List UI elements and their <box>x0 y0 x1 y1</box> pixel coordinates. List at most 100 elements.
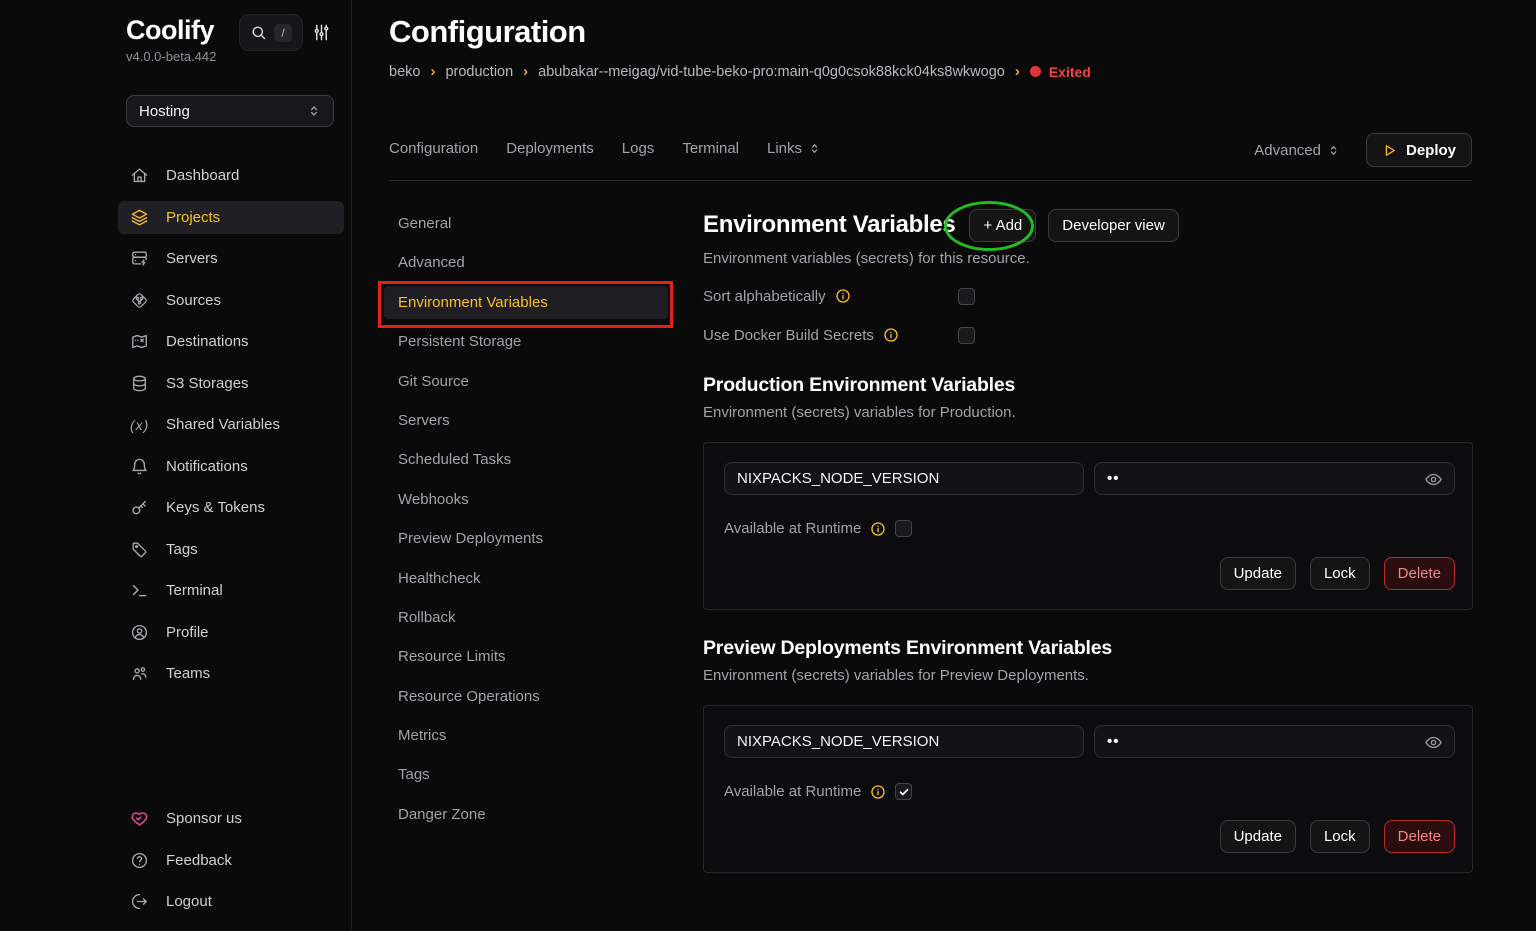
tab-configuration[interactable]: Configuration <box>389 140 478 157</box>
lock-button[interactable]: Lock <box>1310 557 1370 590</box>
subnav-environment-variables[interactable]: Environment Variables <box>384 286 668 319</box>
team-select[interactable]: Hosting <box>126 95 334 127</box>
sidebar-item-label: Feedback <box>166 852 232 869</box>
variable-name-input[interactable]: NIXPACKS_NODE_VERSION <box>724 462 1084 495</box>
subnav-persistent-storage[interactable]: Persistent Storage <box>384 325 668 358</box>
docker-build-secrets-label: Use Docker Build Secrets <box>703 327 874 344</box>
delete-button[interactable]: Delete <box>1384 557 1455 590</box>
breadcrumb-resource[interactable]: abubakar--meigag/vid-tube-beko-pro:main-… <box>538 64 1005 80</box>
sidebar-item-notifications[interactable]: Notifications <box>118 450 344 483</box>
sidebar-item-label: Sponsor us <box>166 810 242 827</box>
sidebar-item-tags[interactable]: Tags <box>118 533 344 566</box>
tab-terminal[interactable]: Terminal <box>682 140 739 157</box>
subnav-tags[interactable]: Tags <box>384 758 668 791</box>
eye-icon[interactable] <box>1424 733 1443 752</box>
sidebar-item-servers[interactable]: Servers <box>118 242 344 275</box>
info-icon[interactable] <box>870 784 886 800</box>
breadcrumb-environment[interactable]: production <box>445 64 513 80</box>
bell-icon <box>130 457 149 476</box>
sort-alphabetically-checkbox[interactable] <box>958 288 975 305</box>
sidebar-item-keys-tokens[interactable]: Keys & Tokens <box>118 491 344 524</box>
variable-name-input[interactable]: NIXPACKS_NODE_VERSION <box>724 725 1084 758</box>
subnav-git-source[interactable]: Git Source <box>384 365 668 398</box>
available-at-runtime-checkbox[interactable] <box>895 520 912 537</box>
subnav-advanced[interactable]: Advanced <box>384 246 668 279</box>
preview-variable-card: NIXPACKS_NODE_VERSION •• Available at Ru… <box>703 705 1473 873</box>
chevron-updown-icon <box>808 142 821 155</box>
tab-logs[interactable]: Logs <box>622 140 655 157</box>
available-at-runtime-checkbox[interactable] <box>895 783 912 800</box>
sidebar-item-profile[interactable]: Profile <box>118 616 344 649</box>
environment-variables-panel: Environment Variables + Add Developer vi… <box>703 207 1473 873</box>
sidebar-item-label: Projects <box>166 209 220 226</box>
tab-links-label: Links <box>767 140 802 157</box>
sidebar-item-teams[interactable]: Teams <box>118 657 344 690</box>
sort-alphabetically-label: Sort alphabetically <box>703 288 826 305</box>
team-select-value: Hosting <box>139 103 190 120</box>
sidebar-item-shared-variables[interactable]: (x) Shared Variables <box>118 408 344 441</box>
app-version: v4.0.0-beta.442 <box>126 49 216 64</box>
info-icon[interactable] <box>870 521 886 537</box>
deploy-label: Deploy <box>1406 142 1456 159</box>
tab-deployments[interactable]: Deployments <box>506 140 594 157</box>
sidebar-item-label: Sources <box>166 292 221 309</box>
subnav-scheduled-tasks[interactable]: Scheduled Tasks <box>384 443 668 476</box>
subnav-preview-deployments[interactable]: Preview Deployments <box>384 522 668 555</box>
subnav-resource-operations[interactable]: Resource Operations <box>384 680 668 713</box>
subnav-webhooks[interactable]: Webhooks <box>384 483 668 516</box>
breadcrumb-separator: › <box>1015 63 1020 80</box>
subnav-metrics[interactable]: Metrics <box>384 719 668 752</box>
sidebar-item-logout[interactable]: Logout <box>118 885 344 918</box>
docker-build-secrets-checkbox[interactable] <box>958 327 975 344</box>
breadcrumb: beko › production › abubakar--meigag/vid… <box>389 63 1091 80</box>
variable-value-input[interactable]: •• <box>1094 462 1455 495</box>
subnav-rollback[interactable]: Rollback <box>384 601 668 634</box>
update-button[interactable]: Update <box>1220 820 1296 853</box>
heart-icon <box>130 809 149 828</box>
add-variable-button[interactable]: + Add <box>969 209 1036 242</box>
sidebar-item-projects[interactable]: Projects <box>118 201 344 234</box>
sidebar-item-terminal[interactable]: Terminal <box>118 574 344 607</box>
developer-view-button[interactable]: Developer view <box>1048 209 1179 242</box>
status-badge: Exited <box>1030 64 1091 80</box>
sidebar-item-dashboard[interactable]: Dashboard <box>118 159 344 192</box>
lock-button[interactable]: Lock <box>1310 820 1370 853</box>
sidebar-item-s3-storages[interactable]: S3 Storages <box>118 367 344 400</box>
update-button[interactable]: Update <box>1220 557 1296 590</box>
sidebar-item-sources[interactable]: Sources <box>118 284 344 317</box>
settings-sliders-icon[interactable] <box>312 23 331 42</box>
masked-value: •• <box>1107 470 1120 487</box>
production-section-title: Production Environment Variables <box>703 374 1473 397</box>
page-title: Configuration <box>389 14 586 50</box>
info-icon[interactable] <box>835 288 851 304</box>
info-icon[interactable] <box>883 327 899 343</box>
breadcrumb-separator: › <box>523 63 528 80</box>
breadcrumb-team[interactable]: beko <box>389 64 420 80</box>
sidebar-item-feedback[interactable]: Feedback <box>118 844 344 877</box>
subnav-healthcheck[interactable]: Healthcheck <box>384 562 668 595</box>
subnav-resource-limits[interactable]: Resource Limits <box>384 640 668 673</box>
sidebar: Coolify / v4.0.0-beta.442 Hosting Dashbo… <box>0 0 352 931</box>
advanced-label: Advanced <box>1254 142 1321 159</box>
available-at-runtime-label: Available at Runtime <box>724 783 861 800</box>
subnav-general[interactable]: General <box>384 207 668 240</box>
home-icon <box>130 166 149 185</box>
sidebar-item-label: Destinations <box>166 333 249 350</box>
available-at-runtime-row: Available at Runtime <box>724 520 1455 537</box>
sidebar-item-label: Servers <box>166 250 218 267</box>
sidebar-item-destinations[interactable]: Destinations <box>118 325 344 358</box>
variable-value-input[interactable]: •• <box>1094 725 1455 758</box>
subnav-danger-zone[interactable]: Danger Zone <box>384 798 668 831</box>
subnav-servers[interactable]: Servers <box>384 404 668 437</box>
tab-links-dropdown[interactable]: Links <box>767 140 821 157</box>
status-label: Exited <box>1049 64 1091 80</box>
advanced-dropdown[interactable]: Advanced <box>1254 142 1340 159</box>
eye-icon[interactable] <box>1424 470 1443 489</box>
user-icon <box>130 623 149 642</box>
search-button[interactable]: / <box>239 14 303 51</box>
delete-button[interactable]: Delete <box>1384 820 1455 853</box>
sidebar-item-sponsor-us[interactable]: Sponsor us <box>118 802 344 835</box>
app-logo[interactable]: Coolify <box>126 15 214 46</box>
deploy-button[interactable]: Deploy <box>1366 133 1472 167</box>
tab-bar: Configuration Deployments Logs Terminal … <box>389 140 821 157</box>
